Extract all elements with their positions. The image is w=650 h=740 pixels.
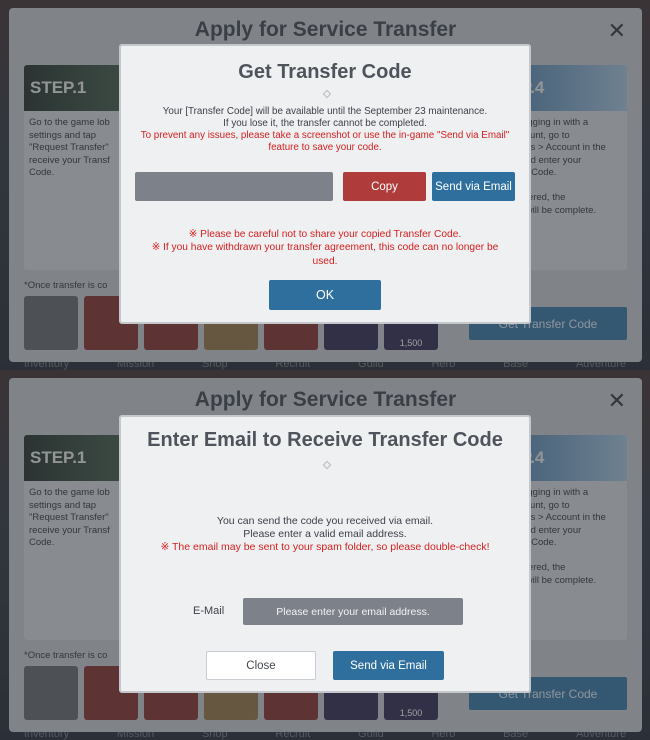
share-warning-text: ※ Please be careful not to share your co…	[188, 229, 462, 240]
bottom-panel: Apply for Service Transfer ✕ STEP.1 Go t…	[0, 370, 650, 740]
ok-button[interactable]: OK	[269, 280, 381, 310]
withdrawn-warning-text: ※ If you have withdrawn your transfer ag…	[151, 242, 499, 267]
screenshot-advice-text: To prevent any issues, please take a scr…	[140, 130, 510, 154]
copy-button[interactable]: Copy	[343, 172, 426, 201]
send-via-email-button[interactable]: Send via Email	[333, 651, 444, 680]
spam-warning-text: ※ The email may be sent to your spam fol…	[160, 541, 490, 553]
top-panel: Apply for Service Transfer ✕ STEP.1 Go t…	[0, 0, 650, 370]
modal-title: Enter Email to Receive Transfer Code	[147, 429, 503, 451]
email-info-text: You can send the code you received via e…	[216, 515, 434, 527]
close-button[interactable]: Close	[206, 651, 316, 680]
availability-text: Your [Transfer Code] will be available u…	[162, 106, 488, 117]
valid-email-text: Please enter a valid email address.	[243, 528, 407, 540]
get-transfer-code-modal: Get Transfer Code Your [Transfer Code] w…	[119, 44, 531, 324]
email-transfer-code-modal: Enter Email to Receive Transfer Code You…	[119, 415, 531, 693]
loss-warning-text: If you lose it, the transfer cannot be c…	[223, 118, 427, 129]
title-divider	[322, 460, 332, 470]
email-field[interactable]	[243, 598, 463, 625]
title-divider	[322, 89, 332, 99]
send-via-email-button[interactable]: Send via Email	[432, 172, 515, 201]
email-label: E-Mail	[193, 605, 225, 617]
modal-title: Get Transfer Code	[238, 61, 412, 83]
transfer-code-field[interactable]	[135, 172, 333, 201]
